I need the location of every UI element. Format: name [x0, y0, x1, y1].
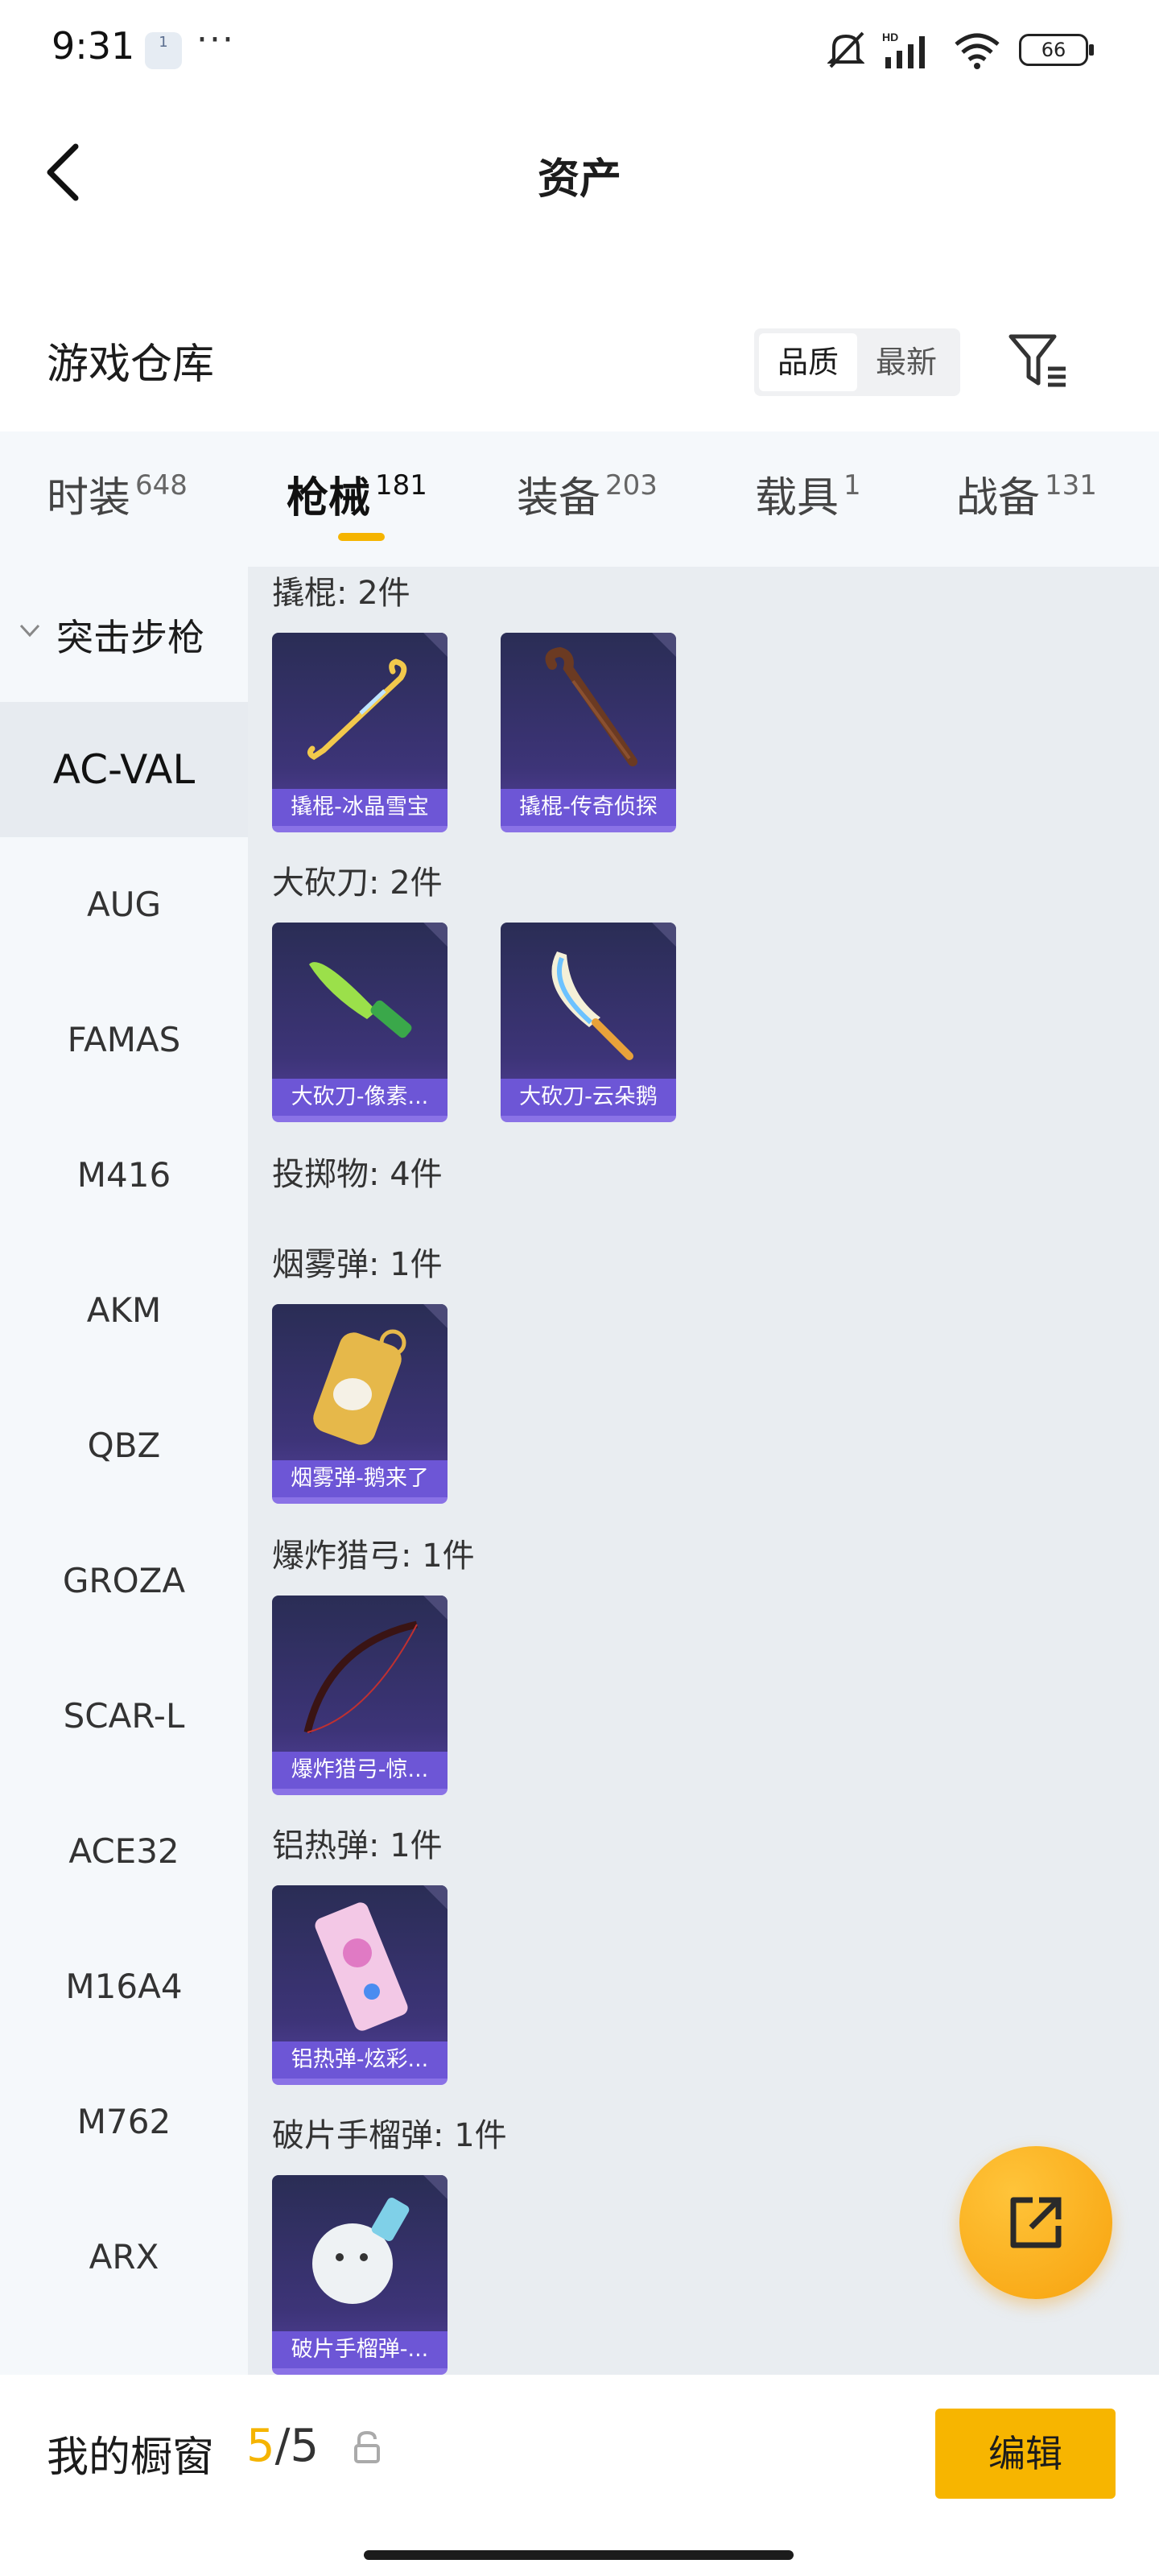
svg-text:HD: HD	[882, 31, 898, 43]
sidebar-item-arx[interactable]: ARX	[0, 2190, 248, 2325]
warehouse-title: 游戏仓库	[47, 341, 215, 389]
group-title-frag-grenade: 破片手榴弹: 1件	[272, 2117, 507, 2154]
items-panel: 撬棍: 2件 撬棍-冰晶雪宝 撬棍-传奇侦探 大砍刀: 2件 大砍刀-像素...	[248, 567, 1159, 2378]
lock-icon	[354, 2430, 380, 2463]
item-card[interactable]: 爆炸猎弓-惊...	[272, 1596, 448, 1795]
sidebar-item-ace32[interactable]: ACE32	[0, 1784, 248, 1919]
group-title-smoke-grenade: 烟雾弹: 1件	[272, 1246, 443, 1283]
item-name: 大砍刀-像素...	[272, 1079, 448, 1116]
notification-badge-icon: 1	[145, 32, 182, 69]
crowbar-icon	[307, 658, 407, 761]
sort-newest-option[interactable]: 最新	[857, 333, 955, 391]
item-name: 大砍刀-云朵鹅	[501, 1079, 676, 1116]
group-title-bow: 爆炸猎弓: 1件	[272, 1538, 475, 1575]
battery-icon: 66	[1019, 34, 1094, 66]
sidebar-item-groza[interactable]: GROZA	[0, 1513, 248, 1649]
page-title: 资产	[537, 155, 621, 204]
item-card[interactable]: 烟雾弹-鹅来了	[272, 1304, 448, 1504]
item-card[interactable]: 大砍刀-云朵鹅	[501, 923, 676, 1122]
item-card[interactable]: 大砍刀-像素...	[272, 923, 448, 1122]
item-name: 破片手榴弹-...	[272, 2331, 448, 2368]
group-title-crowbar: 撬棍: 2件	[272, 575, 410, 612]
tab-equipment[interactable]: 装备 203	[517, 464, 658, 536]
frag-grenade-icon	[312, 2198, 410, 2304]
item-card[interactable]: 撬棍-传奇侦探	[501, 633, 676, 832]
showcase-count: 5/5	[246, 2420, 320, 2472]
group-title-throwables: 投掷物: 4件	[272, 1156, 443, 1193]
status-bar: 9:31 1 ··· HD 66	[0, 0, 1159, 105]
tab-firearms[interactable]: 枪械 181	[287, 464, 427, 536]
sidebar-group-assault-rifles[interactable]: 突击步枪	[0, 567, 248, 702]
edit-button[interactable]: 编辑	[935, 2409, 1116, 2499]
machete-icon	[309, 962, 412, 1038]
wifi-icon	[955, 33, 1000, 69]
bow-icon	[303, 1620, 418, 1734]
category-tabs: 时装 648 枪械 181 装备 203 载具 1 战备 131	[0, 431, 1159, 567]
active-tab-indicator	[338, 533, 385, 541]
item-card[interactable]: 铝热弹-炫彩...	[272, 1885, 448, 2085]
sidebar-item-akm[interactable]: AKM	[0, 1243, 248, 1378]
cane-icon	[545, 646, 637, 766]
thermite-icon	[315, 1902, 408, 2031]
sidebar-item-m416[interactable]: M416	[0, 1108, 248, 1243]
external-link-icon	[1010, 2197, 1062, 2248]
group-title-machete: 大砍刀: 2件	[272, 865, 443, 902]
sidebar-item-m16a4[interactable]: M16A4	[0, 1919, 248, 2054]
showcase-label: 我的橱窗	[47, 2434, 215, 2482]
group-title-thermite: 铝热弹: 1件	[272, 1827, 443, 1864]
tab-vehicles[interactable]: 载具 1	[755, 464, 861, 536]
item-name: 铝热弹-炫彩...	[272, 2041, 448, 2079]
sidebar-item-qbz[interactable]: QBZ	[0, 1378, 248, 1513]
item-name: 烟雾弹-鹅来了	[272, 1460, 448, 1497]
item-name: 撬棍-冰晶雪宝	[272, 789, 448, 826]
sidebar-item-m762[interactable]: M762	[0, 2054, 248, 2190]
sidebar-item-ac-val[interactable]: AC-VAL	[0, 702, 248, 837]
sidebar-item-scar-l[interactable]: SCAR-L	[0, 1649, 248, 1784]
weapon-sidebar: 突击步枪 AC-VAL AUG FAMAS M416 AKM QBZ GROZA…	[0, 567, 248, 2378]
chevron-down-icon	[19, 624, 40, 638]
signal-icon: HD	[882, 31, 925, 68]
sort-quality-option[interactable]: 品质	[759, 333, 857, 391]
item-card[interactable]: 破片手榴弹-...	[272, 2175, 448, 2375]
smoke-grenade-icon	[313, 1329, 406, 1445]
sidebar-item-aug[interactable]: AUG	[0, 837, 248, 972]
item-card[interactable]: 撬棍-冰晶雪宝	[272, 633, 448, 832]
status-time: 9:31	[52, 24, 135, 68]
tab-combat-gear[interactable]: 战备 131	[956, 464, 1097, 536]
tab-fashion[interactable]: 时装 648	[47, 464, 188, 536]
item-name: 撬棍-传奇侦探	[501, 789, 676, 826]
machete-icon	[551, 952, 633, 1060]
sidebar-item-famas[interactable]: FAMAS	[0, 972, 248, 1108]
sort-toggle: 品质 最新	[754, 328, 960, 396]
item-name: 爆炸猎弓-惊...	[272, 1752, 448, 1789]
header: 资产	[0, 121, 1159, 225]
mute-bell-icon	[827, 31, 864, 68]
showcase-bar: 我的橱窗 5/5 编辑	[0, 2375, 1159, 2576]
filter-icon[interactable]	[1006, 328, 1070, 393]
more-notifications-icon: ···	[196, 19, 235, 60]
share-button[interactable]	[959, 2146, 1112, 2299]
home-indicator	[364, 2550, 794, 2560]
